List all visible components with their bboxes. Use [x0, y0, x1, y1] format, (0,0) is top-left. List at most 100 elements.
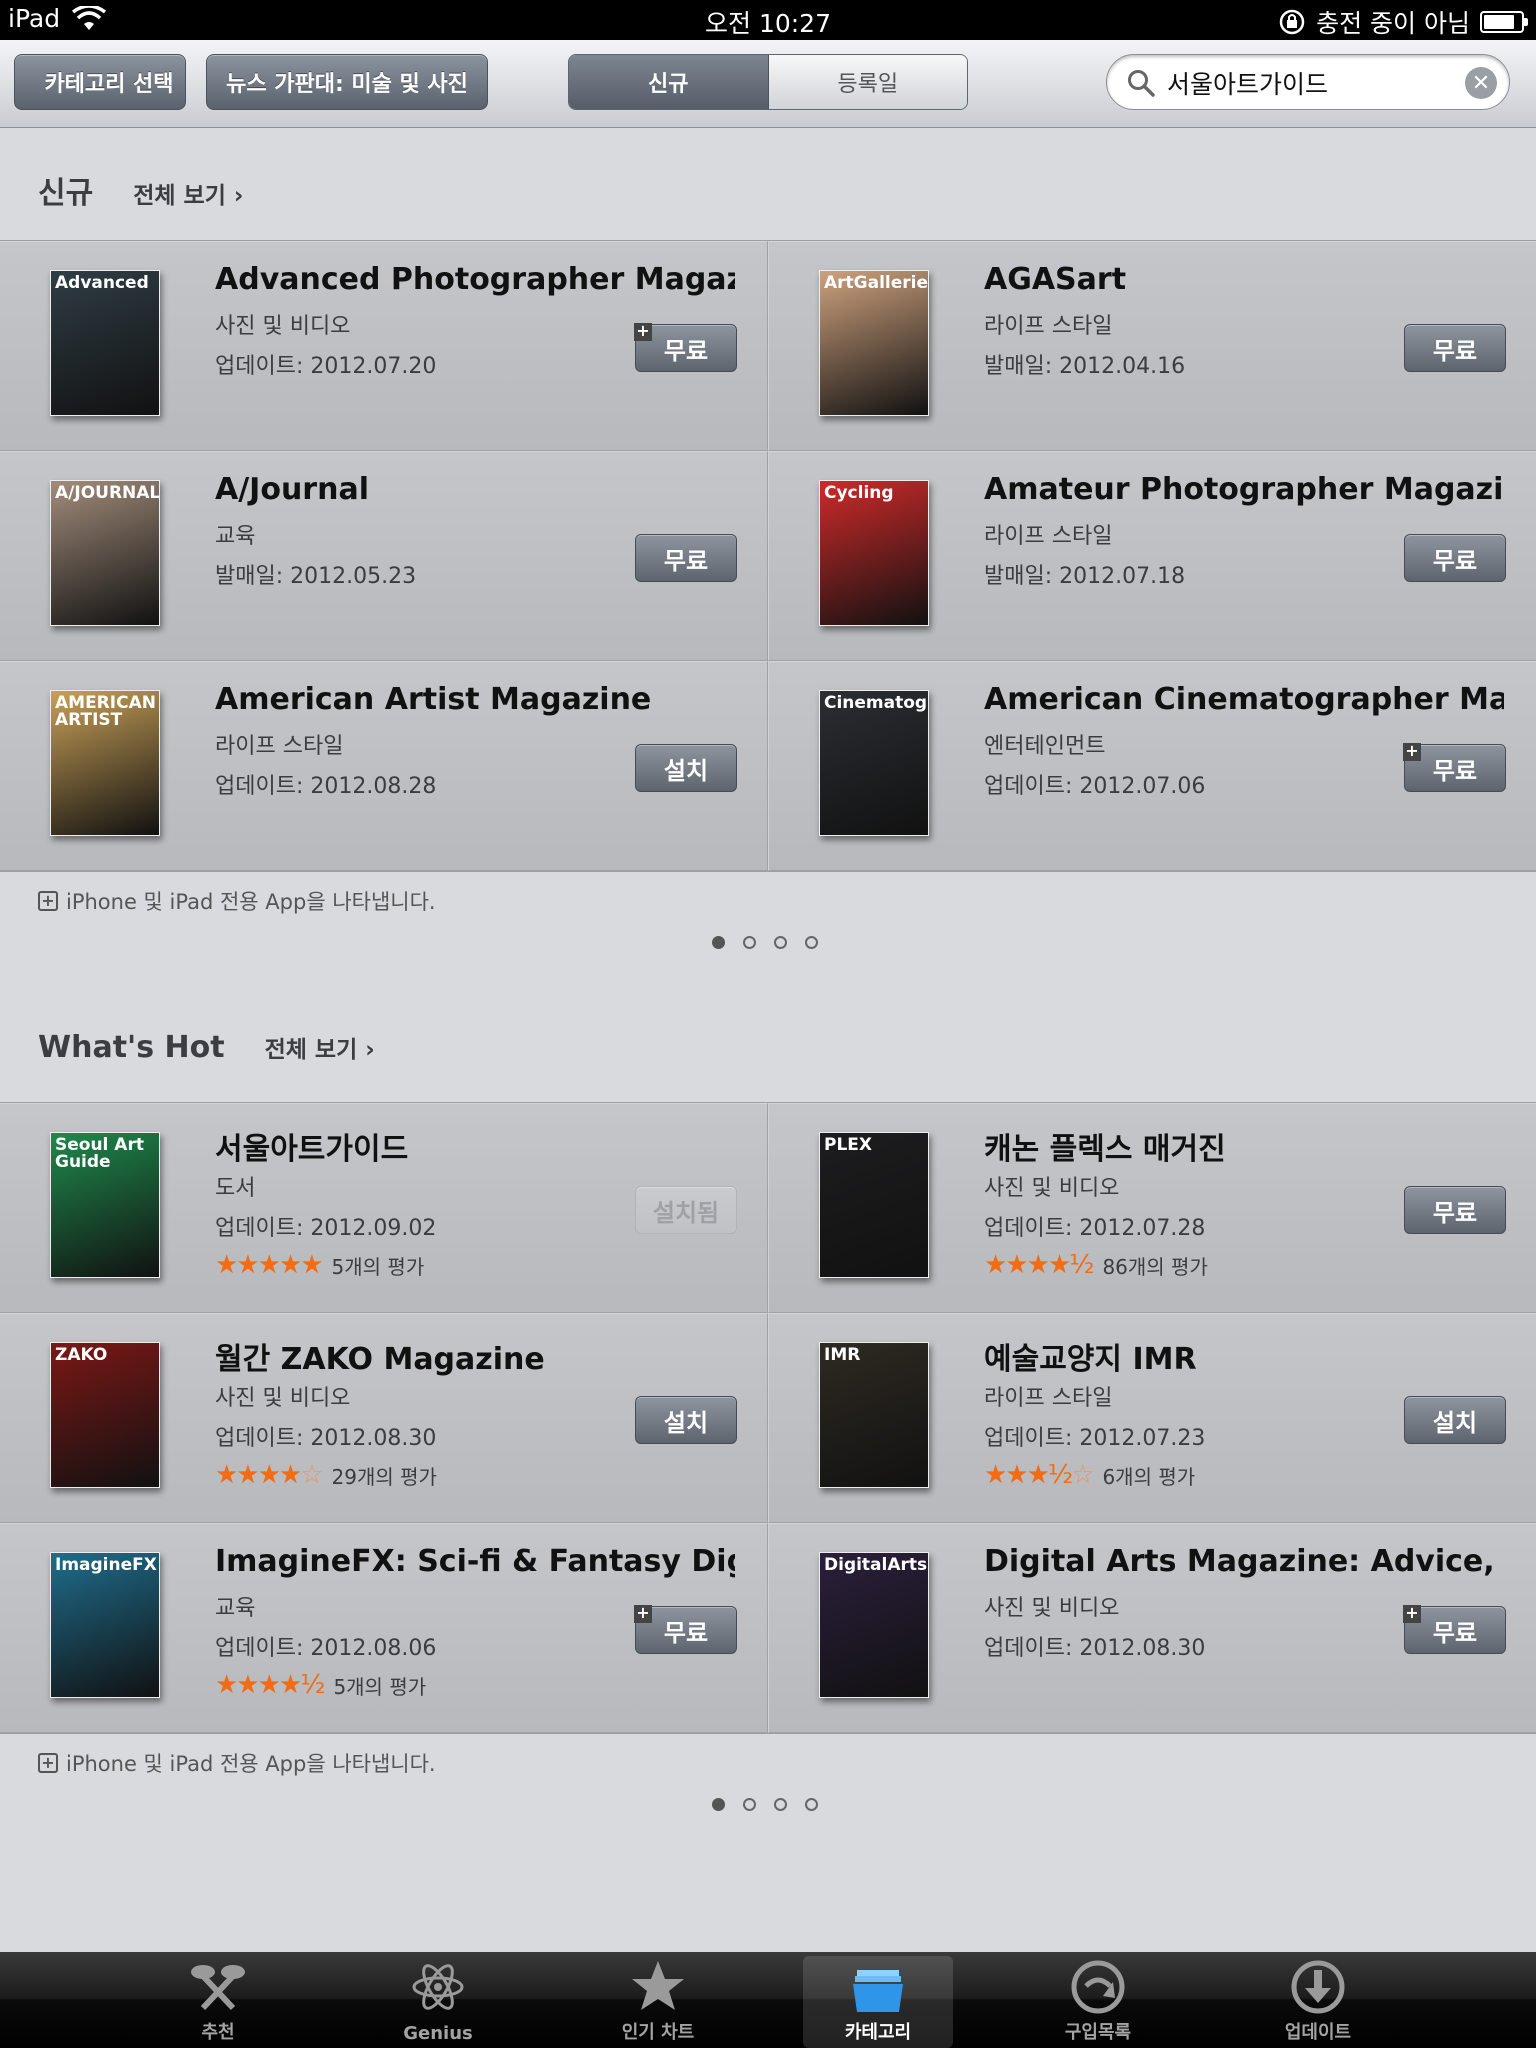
- app-list-item[interactable]: ArtGalleries AGASart 라이프 스타일 발매일: 2012.04.1…: [768, 241, 1536, 451]
- get-button[interactable]: + 무료: [634, 1605, 737, 1654]
- tab-updates[interactable]: 업데이트: [1218, 1952, 1418, 2048]
- app-date-value: 2012.08.30: [1079, 1636, 1206, 1661]
- page-dot[interactable]: [805, 1798, 818, 1811]
- app-name[interactable]: 서울아트가이드: [215, 1124, 735, 1168]
- search-input[interactable]: [1167, 63, 1457, 103]
- app-date: 업데이트: 2012.08.30: [984, 1630, 1205, 1662]
- tab-bar: 추천 Genius 인기 차트 카테고리 구입목록 업데이트: [0, 1952, 1536, 2048]
- app-list-item[interactable]: A/JOURNAL A/Journal 교육발매일: 2012.05.23 무료: [0, 451, 768, 661]
- app-date-label: 발매일:: [215, 564, 284, 589]
- app-list-item[interactable]: ZAKO 월간 ZAKO Magazine 사진 및 비디오 업데이트: 2012.0…: [0, 1313, 768, 1523]
- search-field[interactable]: ✕: [1106, 54, 1510, 110]
- app-list-item[interactable]: AMERICAN ARTIST American Artist Magazine 라…: [0, 661, 768, 871]
- magazine-cover-image[interactable]: A/JOURNAL: [50, 480, 160, 626]
- page-dot[interactable]: [743, 1798, 756, 1811]
- app-name[interactable]: 월간 ZAKO Magazine: [215, 1334, 735, 1378]
- get-button[interactable]: 설치: [1404, 1396, 1506, 1444]
- app-list-item[interactable]: Cinematographer American Cinematographer …: [768, 661, 1536, 871]
- genius-icon: [409, 1958, 467, 2016]
- app-name[interactable]: A/Journal: [215, 472, 735, 507]
- magazine-cover-image[interactable]: ArtGalleries: [819, 270, 929, 416]
- categories-icon: [849, 1962, 907, 2020]
- app-list-item[interactable]: Seoul Art Guide 서울아트가이드 도서 업데이트: 2012.09.02…: [0, 1103, 768, 1313]
- magazine-cover-image[interactable]: DigitalArts: [819, 1552, 929, 1698]
- purchased-icon: [1069, 1958, 1127, 2016]
- app-name[interactable]: Digital Arts Magazine: Advice, T...: [984, 1544, 1504, 1579]
- tab-genius[interactable]: Genius: [338, 1952, 538, 2048]
- get-button[interactable]: 무료: [1404, 1186, 1506, 1234]
- app-name[interactable]: Amateur Photographer Magazine: [984, 472, 1504, 507]
- app-category: 라이프 스타일: [984, 314, 1113, 339]
- rating: ★★★★½ 86개의 평가: [984, 1250, 1208, 1280]
- app-list-item[interactable]: ImagineFX ImagineFX: Sci-fi & Fantasy Dig…: [0, 1523, 768, 1733]
- page-dot[interactable]: [774, 1798, 787, 1811]
- installed-button: 설치됨: [635, 1186, 737, 1234]
- magazine-cover-image[interactable]: PLEX: [819, 1132, 929, 1278]
- app-name[interactable]: American Cinematographer Ma...: [984, 682, 1504, 717]
- tab-top-charts[interactable]: 인기 차트: [558, 1952, 758, 2048]
- page-dot[interactable]: [712, 936, 725, 949]
- status-bar: iPad 오전 10:27 충전 중이 아님: [0, 0, 1536, 40]
- page-indicator[interactable]: [712, 1798, 818, 1811]
- segment-release-date[interactable]: 등록일: [768, 55, 967, 109]
- app-list-item[interactable]: PLEX 캐논 플렉스 매거진 사진 및 비디오 업데이트: 2012.07.28 ★★…: [768, 1103, 1536, 1313]
- nav-bar: 카테고리 선택 뉴스 가판대: 미술 및 사진 신규 등록일 ✕: [0, 40, 1536, 128]
- magazine-cover-image[interactable]: ImagineFX: [50, 1552, 160, 1698]
- back-button[interactable]: 카테고리 선택: [14, 54, 186, 110]
- tab-label: 카테고리: [844, 2022, 912, 2043]
- page-indicator[interactable]: [712, 936, 818, 949]
- magazine-cover-image[interactable]: IMR: [819, 1342, 929, 1488]
- page-dot[interactable]: [743, 936, 756, 949]
- app-list-item[interactable]: Advanced Advanced Photographer Magazi... 사…: [0, 241, 768, 451]
- get-button[interactable]: 무료: [635, 534, 737, 582]
- tab-label: 업데이트: [1284, 2022, 1352, 2043]
- tab-purchased[interactable]: 구입목록: [998, 1952, 1198, 2048]
- app-date-label: 업데이트:: [215, 1216, 304, 1241]
- segment-new[interactable]: 신규: [569, 55, 769, 109]
- get-button[interactable]: 무료: [1404, 324, 1506, 372]
- page-dot[interactable]: [805, 936, 818, 949]
- price-label: 무료: [1432, 546, 1478, 575]
- price-label: 설치: [663, 756, 709, 785]
- price-label: 무료: [1432, 1198, 1478, 1227]
- get-button[interactable]: 설치: [635, 744, 737, 792]
- get-button[interactable]: 무료: [1404, 534, 1506, 582]
- clear-search-icon[interactable]: ✕: [1465, 67, 1497, 99]
- get-button[interactable]: + 무료: [1403, 1605, 1506, 1654]
- magazine-cover-image[interactable]: Cinematographer: [819, 690, 929, 836]
- section-new-see-all[interactable]: 전체 보기 ›: [133, 176, 243, 210]
- magazine-cover-image[interactable]: ZAKO: [50, 1342, 160, 1488]
- app-name[interactable]: 캐논 플렉스 매거진: [984, 1124, 1504, 1168]
- magazine-cover-image[interactable]: Cycling: [819, 480, 929, 626]
- page-dot[interactable]: [712, 1798, 725, 1811]
- rating-count: 5개의 평가: [333, 1674, 427, 1699]
- get-button[interactable]: + 무료: [634, 323, 737, 372]
- app-date: 발매일: 2012.05.23: [215, 558, 416, 590]
- tab-categories[interactable]: 카테고리: [803, 1956, 953, 2048]
- app-date: 업데이트: 2012.08.28: [215, 768, 436, 800]
- cover-title: ArtGalleries: [824, 273, 929, 293]
- app-name[interactable]: ImagineFX: Sci-fi & Fantasy Digi...: [215, 1544, 735, 1579]
- get-button[interactable]: + 무료: [1403, 743, 1506, 792]
- get-button[interactable]: 설치: [635, 1396, 737, 1444]
- section-hot-see-all[interactable]: 전체 보기 ›: [265, 1030, 375, 1064]
- app-name[interactable]: AGASart: [984, 262, 1504, 297]
- app-name[interactable]: American Artist Magazine: [215, 682, 735, 717]
- page-dot[interactable]: [774, 936, 787, 949]
- universal-app-icon: +: [38, 1753, 58, 1773]
- app-name[interactable]: Advanced Photographer Magazi...: [215, 262, 735, 297]
- app-name[interactable]: 예술교양지 IMR: [984, 1334, 1504, 1378]
- magazine-cover-image[interactable]: Advanced: [50, 270, 160, 416]
- app-date-label: 발매일:: [984, 564, 1053, 589]
- magazine-cover-image[interactable]: AMERICAN ARTIST: [50, 690, 160, 836]
- app-list-item[interactable]: DigitalArts Digital Arts Magazine: Advice…: [768, 1523, 1536, 1733]
- section-hot-footnote: + iPhone 및 iPad 전용 App을 나타냅니다.: [38, 1748, 436, 1778]
- app-list-item[interactable]: IMR 예술교양지 IMR 라이프 스타일 업데이트: 2012.07.23 ★★★½☆…: [768, 1313, 1536, 1523]
- rating-count: 29개의 평가: [331, 1464, 437, 1489]
- category-button[interactable]: 뉴스 가판대: 미술 및 사진: [206, 54, 488, 110]
- magazine-cover-image[interactable]: Seoul Art Guide: [50, 1132, 160, 1278]
- tab-featured[interactable]: 추천: [118, 1952, 318, 2048]
- app-list-item[interactable]: Cycling Amateur Photographer Magazine 라이프 …: [768, 451, 1536, 661]
- app-category: 교육: [215, 524, 256, 549]
- app-date: 업데이트: 2012.07.23: [984, 1420, 1205, 1452]
